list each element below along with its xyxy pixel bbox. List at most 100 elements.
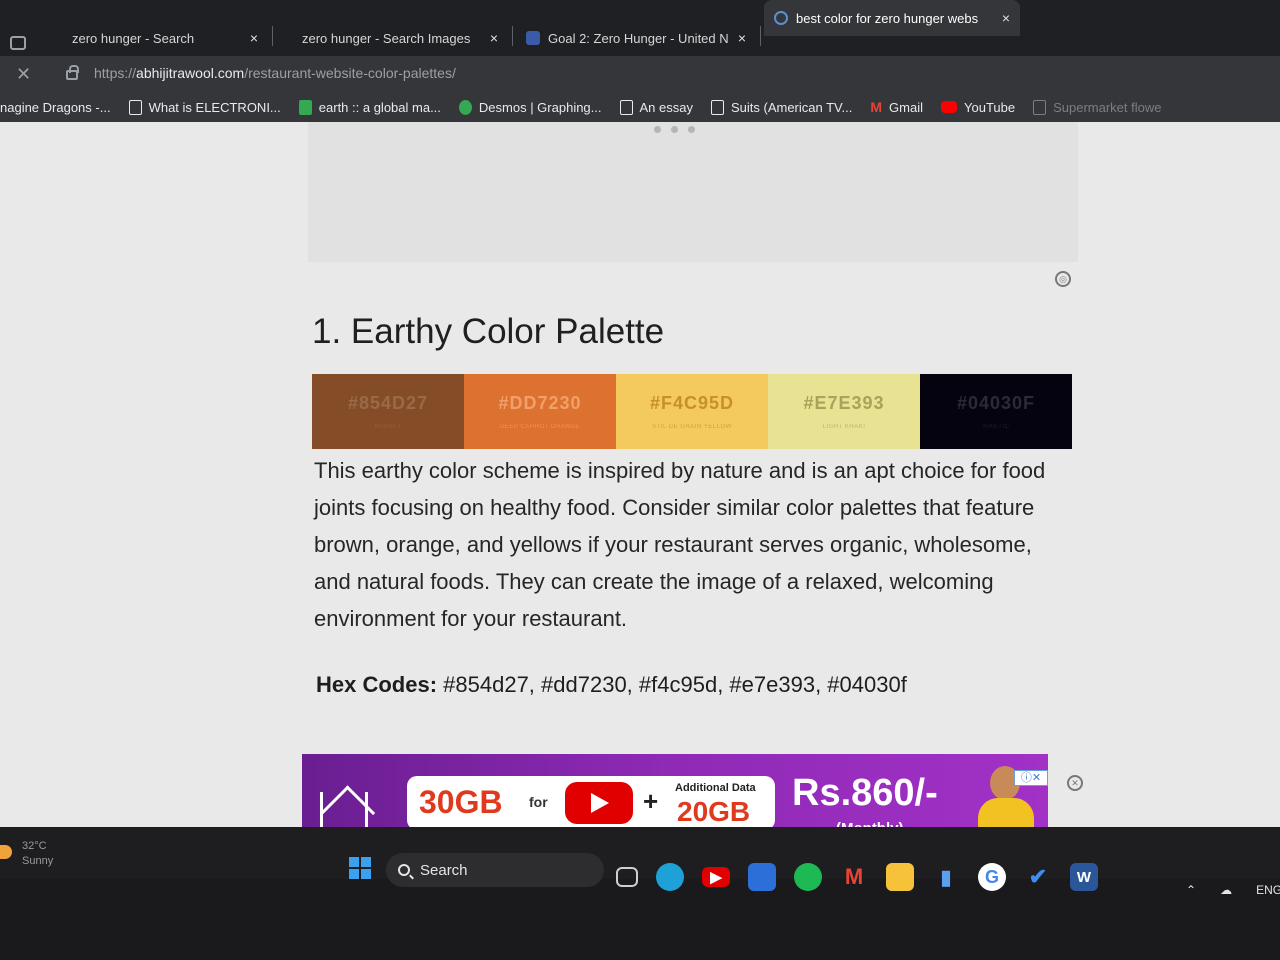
youtube-icon <box>565 782 633 824</box>
bookmark-supermarket[interactable]: Supermarket flowe <box>1033 99 1162 115</box>
tab-best-color[interactable]: best color for zero hunger webs × <box>764 0 1020 36</box>
google-icon[interactable]: G <box>978 863 1006 891</box>
page-icon <box>619 99 633 115</box>
edge-icon[interactable] <box>656 863 684 891</box>
bookmark-essay[interactable]: An essay <box>619 99 693 115</box>
tab-un-goal-2[interactable]: Goal 2: Zero Hunger - United Na × <box>516 20 756 56</box>
chart-icon[interactable]: ▮ <box>932 863 960 891</box>
explorer-icon[interactable] <box>886 863 914 891</box>
bookmark-imagine-dragons[interactable]: nagine Dragons -... <box>0 100 111 115</box>
ad-additional-label: Additional Data <box>675 782 756 794</box>
bookmark-gmail[interactable]: M Gmail <box>870 99 923 115</box>
ad-additional-amount: 20GB <box>677 796 751 827</box>
store-icon[interactable] <box>748 863 776 891</box>
swatch-hex-label: #04030F <box>956 393 1036 413</box>
ad-info-close-icon[interactable]: ⓘ✕ <box>1014 770 1048 786</box>
page-content: ◎ 1. Earthy Color Palette #854D27 RUSSET #… <box>0 122 1280 858</box>
color-swatch: #F4C95D STIL DE GRAIN YELLOW <box>616 374 768 449</box>
ad-for-text: for <box>529 794 548 810</box>
ad-plus: + <box>643 786 659 816</box>
screen: zero hunger - Search × zero hunger - Sea… <box>0 0 1280 960</box>
swatch-hex-label: #DD7230 <box>498 393 582 413</box>
bookmark-youtube[interactable]: YouTube <box>941 100 1015 115</box>
tab-label: zero hunger - Search <box>72 30 195 46</box>
tab-label: best color for zero hunger webs <box>796 10 979 26</box>
bookmark-label: An essay <box>639 99 693 115</box>
bookmark-label: Suits (American TV... <box>730 99 853 115</box>
swatch-hex-label: #854D27 <box>347 393 429 413</box>
tab-zero-hunger-images[interactable]: zero hunger - Search Images × <box>292 20 508 56</box>
taskbar: 32°C Sunny Search ▶ M ▮ G ✔ W ⌃ ☁ ENG <box>0 827 1280 960</box>
language-indicator[interactable]: ENG <box>1256 883 1280 897</box>
taskbar-search[interactable]: Search <box>386 853 604 887</box>
color-swatch: #854D27 RUSSET <box>312 374 464 449</box>
address-bar: ✕ https://abhijitrawool.com/restaurant-w… <box>0 56 1280 92</box>
url-field[interactable]: https://abhijitrawool.com/restaurant-web… <box>94 65 456 81</box>
bookmark-electroni[interactable]: What is ELECTRONI... <box>128 99 281 115</box>
hex-codes-line: Hex Codes: #854d27, #dd7230, #f4c95d, #e… <box>316 672 907 698</box>
swatch-name-label: RUSSET <box>374 424 402 430</box>
close-icon[interactable]: × <box>490 30 498 46</box>
gmail-icon: M <box>870 99 883 115</box>
router-house-icon <box>316 774 368 831</box>
spotify-icon[interactable] <box>794 863 822 891</box>
tab-divider <box>760 26 761 46</box>
tab-divider <box>512 26 513 46</box>
word-icon[interactable]: W <box>1070 863 1098 891</box>
tab-strip: zero hunger - Search × zero hunger - Sea… <box>0 0 1280 56</box>
earth-icon <box>298 99 312 115</box>
tab-label: Goal 2: Zero Hunger - United Na <box>548 30 728 46</box>
bookmark-desmos[interactable]: Desmos | Graphing... <box>458 99 602 115</box>
tab-divider <box>272 26 273 46</box>
page-icon <box>710 99 724 115</box>
weather-condition: Sunny <box>22 855 54 867</box>
youtube-icon <box>941 101 957 113</box>
color-swatch: #04030F XIKETIC <box>920 374 1072 449</box>
bookmark-label: Gmail <box>889 99 923 115</box>
taskbar-search-label: Search <box>420 861 468 879</box>
ad-data-amount: 30GB <box>419 784 503 820</box>
stop-loading-icon[interactable]: ✕ <box>16 64 31 85</box>
page-icon <box>128 99 142 115</box>
bookmark-label: Supermarket flowe <box>1053 99 1162 115</box>
swatch-name-label: STIL DE GRAIN YELLOW <box>652 424 732 430</box>
bookmark-label: YouTube <box>964 99 1016 115</box>
windows-start-icon[interactable] <box>349 857 371 879</box>
youtube-icon[interactable]: ▶ <box>702 867 730 887</box>
search-icon <box>774 11 788 25</box>
color-swatch: #E7E393 LIGHT KHAKI <box>768 374 920 449</box>
url-scheme: https:// <box>94 65 137 81</box>
lock-icon[interactable] <box>66 65 79 80</box>
swatch-name-label: DEEP CARROT ORANGE <box>500 424 580 430</box>
close-icon[interactable]: × <box>738 30 746 46</box>
close-icon[interactable]: × <box>250 30 258 46</box>
hex-codes-values: #854d27, #dd7230, #f4c95d, #e7e393, #040… <box>437 672 907 697</box>
close-icon[interactable]: × <box>1002 10 1010 26</box>
temperature: 32°C <box>22 840 47 852</box>
bookmark-label: nagine Dragons -... <box>0 99 111 115</box>
bookmarks-bar: nagine Dragons -... What is ELECTRONI...… <box>0 92 1280 122</box>
bookmark-label: earth :: a global ma... <box>318 99 441 115</box>
color-swatch: #DD7230 DEEP CARROT ORANGE <box>464 374 616 449</box>
un-favicon-icon <box>526 31 540 45</box>
ad-offer-box: 30GB for + Additional Data 20GB <box>407 776 775 830</box>
hex-codes-label: Hex Codes: <box>316 672 438 697</box>
article-paragraph: This earthy color scheme is inspired by … <box>314 458 1046 631</box>
bookmark-earth[interactable]: earth :: a global ma... <box>298 99 441 115</box>
search-icon <box>398 864 410 876</box>
tab-actions-icon[interactable] <box>10 36 26 50</box>
loading-dots-icon <box>654 126 695 133</box>
section-title: 1. Earthy Color Palette <box>312 312 665 351</box>
tab-zero-hunger-search[interactable]: zero hunger - Search × <box>62 20 268 56</box>
chevron-up-icon[interactable]: ⌃ <box>1186 883 1196 897</box>
ad-placeholder <box>308 122 1078 262</box>
weather-text: 32°C Sunny <box>22 839 53 869</box>
todo-icon[interactable]: ✔ <box>1024 863 1052 891</box>
task-view-icon[interactable] <box>616 867 638 887</box>
ad-close-icon[interactable]: ✕ <box>1067 775 1083 791</box>
gmail-icon[interactable]: M <box>840 863 868 891</box>
bookmark-suits[interactable]: Suits (American TV... <box>710 99 853 115</box>
ad-choices-icon[interactable]: ◎ <box>1055 271 1071 287</box>
cloud-icon[interactable]: ☁ <box>1220 883 1232 897</box>
system-tray: ⌃ ☁ ENG <box>1186 883 1280 897</box>
